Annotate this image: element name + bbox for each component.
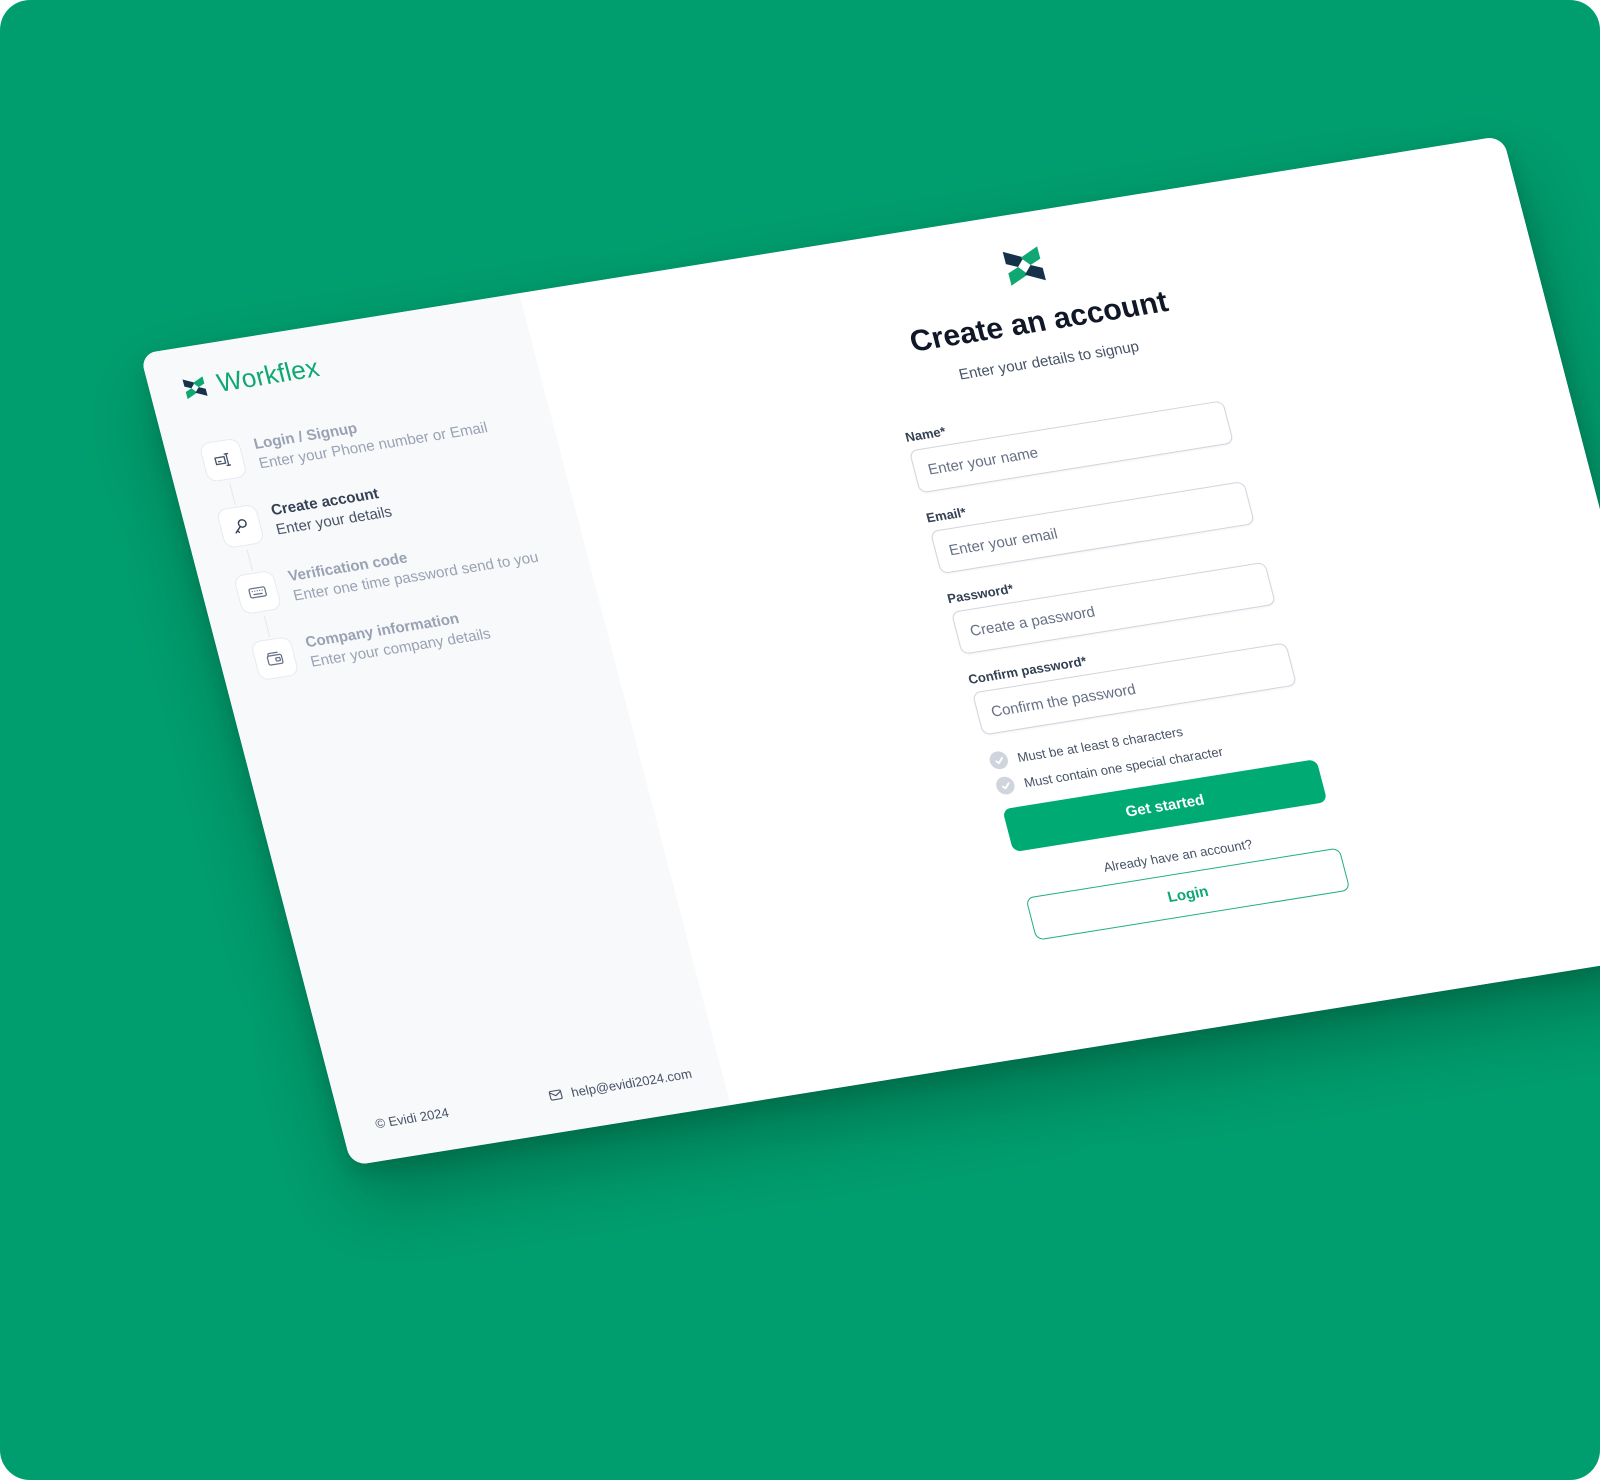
key-icon [235,519,247,534]
step-connector [263,615,271,638]
copyright: © Evidi 2024 [373,1104,451,1132]
brand: Workflex [180,352,322,404]
progress-steps: Login / Signup Enter your Phone number o… [198,392,593,709]
background: Workflex Login / Signup Enter your Phone… [0,0,1600,1480]
workflex-logo-icon [182,375,208,399]
signup-form: Name* Email* Password* Confirm password* [904,380,1351,941]
check-circle-icon [987,750,1010,771]
step-connector [229,483,236,505]
phone-icon [214,452,232,467]
signup-window: Workflex Login / Signup Enter your Phone… [140,135,1600,1166]
step-connector [246,549,254,572]
help-email-link[interactable]: help@evidi2024.com [547,1066,694,1103]
wallet-icon [266,651,284,666]
help-email: help@evidi2024.com [569,1066,694,1100]
sidebar-footer: © Evidi 2024 help@evidi2024.com [374,1066,694,1131]
workflex-logo-icon [1002,246,1046,286]
keyboard-icon [248,586,267,599]
brand-name: Workflex [213,352,323,398]
check-circle-icon [994,775,1017,796]
mail-icon [549,1089,564,1101]
